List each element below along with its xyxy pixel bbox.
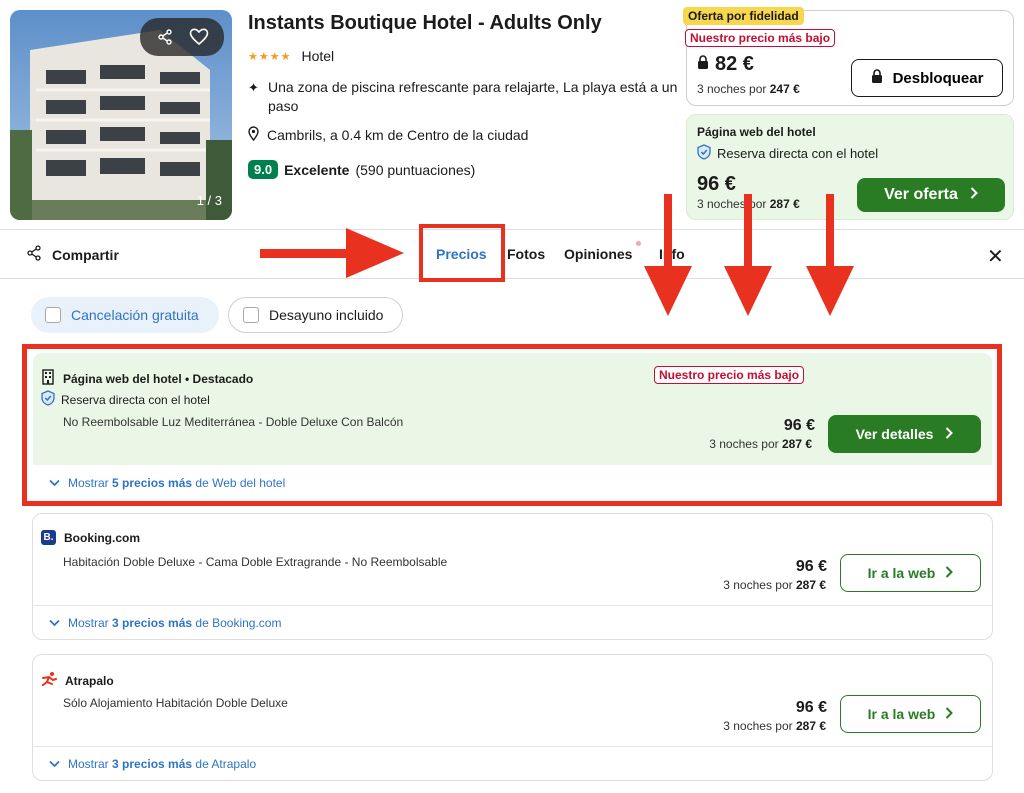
offer-price: 96 € [795,699,827,716]
highlight-box-offer [22,344,1002,506]
lock-icon [871,68,883,88]
share-icon [26,245,42,264]
hotel-feature: ✦ Una zona de piscina refrescante para r… [248,78,678,116]
go-to-site-button[interactable]: Ir a la web [840,554,981,592]
rating-count: (590 puntuaciones) [355,161,476,178]
share-label: Compartir [52,246,119,263]
shield-check-icon [697,144,711,163]
hotel-rating[interactable]: 9.0 Excelente (590 puntuaciones) [248,160,475,179]
divider [33,746,992,747]
offer-provider: Atrapalo [41,671,114,690]
rating-score: 9.0 [248,160,279,179]
chevron-right-icon [970,186,978,204]
offer-row-atrapalo: Atrapalo Sólo Alojamiento Habitación Dob… [32,654,993,781]
photo-counter: 1 / 3 [196,193,222,208]
hotel-type: Hotel [301,48,335,64]
tab-fotos[interactable]: Fotos [507,246,545,262]
hotel-photo[interactable]: 1 / 3 [10,10,232,220]
chevron-down-icon [49,757,60,771]
total-price: 287 € [795,719,826,733]
hotel-category: ★★★★ Hotel [248,48,334,64]
room-description: Sólo Alojamiento Habitación Doble Deluxe [63,696,288,710]
nights-text: 3 noches por [697,82,767,96]
hotel-location[interactable]: Cambrils, a 0.4 km de Centro de la ciuda… [248,126,528,144]
room-description: Habitación Doble Deluxe - Cama Doble Ext… [63,555,448,569]
booking-logo-icon: B. [41,530,56,545]
checkbox[interactable] [45,307,61,323]
go-to-site-label: Ir a la web [867,565,936,581]
loyalty-price: 82 € [697,53,754,76]
notification-dot [636,241,641,246]
more-count: 3 precios más [112,757,193,771]
location-text: Cambrils, a 0.4 km de Centro de la ciuda… [267,127,529,143]
direct-booking-text: Reserva directa con el hotel [717,146,879,161]
offer-price: 96 € [795,558,827,575]
share-button[interactable]: Compartir [26,245,119,264]
atrapalo-logo-icon [41,671,57,690]
unlock-button-label: Desbloquear [892,69,984,87]
filter-free-cancellation[interactable]: Cancelación gratuita [31,297,219,333]
more-prefix: Mostrar [68,616,109,630]
view-offer-label: Ver oferta [884,186,958,203]
unlock-button[interactable]: Desbloquear [851,59,1003,97]
chevron-right-icon [945,706,954,722]
red-arrow-down-icon [644,194,692,316]
close-icon[interactable]: ✕ [987,244,1004,269]
nights-text: 3 noches por [723,578,793,592]
show-more-prices-link[interactable]: Mostrar 3 precios más de Booking.com [49,616,281,630]
share-icon[interactable] [151,23,179,51]
map-pin-icon [248,126,259,144]
offer-total: 3 noches por 287 € [723,578,826,592]
show-more-prices-link[interactable]: Mostrar 3 precios más de Atrapalo [49,757,256,771]
offer-row-booking: B. Booking.com Habitación Doble Deluxe -… [32,513,993,640]
view-offer-button[interactable]: Ver oferta [857,178,1005,212]
heart-icon[interactable] [185,23,213,51]
rating-word: Excelente [284,161,350,178]
filter-label: Desayuno incluido [269,307,384,323]
red-arrow-down-icon [724,194,772,316]
lock-icon [697,53,709,76]
more-suffix: de Booking.com [195,616,282,630]
offer-source-label: Página web del hotel [697,125,816,139]
total-price: 247 € [769,82,800,96]
offer-total: 3 noches por 287 € [723,719,826,733]
go-to-site-button[interactable]: Ir a la web [840,695,981,733]
tab-opiniones[interactable]: Opiniones [564,246,632,262]
hotel-name[interactable]: Instants Boutique Hotel - Adults Only [248,12,602,35]
loyalty-total: 3 noches por 247 € [697,82,800,96]
star-rating: ★★★★ [248,50,292,63]
checkbox[interactable] [243,307,259,323]
sparkle-icon: ✦ [248,80,259,95]
loyalty-badge: Oferta por fidelidad [683,7,804,25]
offer-provider: B. Booking.com [41,530,140,545]
total-price: 287 € [769,197,800,211]
loyalty-price-value: 82 € [715,53,754,75]
red-arrow-down-icon [806,194,854,316]
nights-text: 3 noches por [723,719,793,733]
filter-breakfast-included[interactable]: Desayuno incluido [228,297,403,333]
photo-actions [140,18,224,56]
go-to-site-label: Ir a la web [867,706,936,722]
chevron-right-icon [945,565,954,581]
divider [33,605,992,606]
more-prefix: Mostrar [68,757,109,771]
lowest-price-badge: Nuestro precio más bajo [685,29,836,47]
more-count: 3 precios más [112,616,193,630]
direct-booking: Reserva directa con el hotel [697,144,878,163]
more-suffix: de Atrapalo [195,757,257,771]
hotel-feature-text: Una zona de piscina refrescante para rel… [268,79,678,114]
provider-name: Booking.com [64,530,141,545]
highlight-box-tab [419,224,505,282]
total-price: 287 € [795,578,826,592]
provider-name: Atrapalo [65,673,114,688]
filter-label: Cancelación gratuita [71,307,199,323]
red-arrow-right-icon [260,228,404,278]
detail-tabs-bar: Compartir Precios Fotos Opiniones Info ✕ [0,229,1024,279]
chevron-down-icon [49,616,60,630]
